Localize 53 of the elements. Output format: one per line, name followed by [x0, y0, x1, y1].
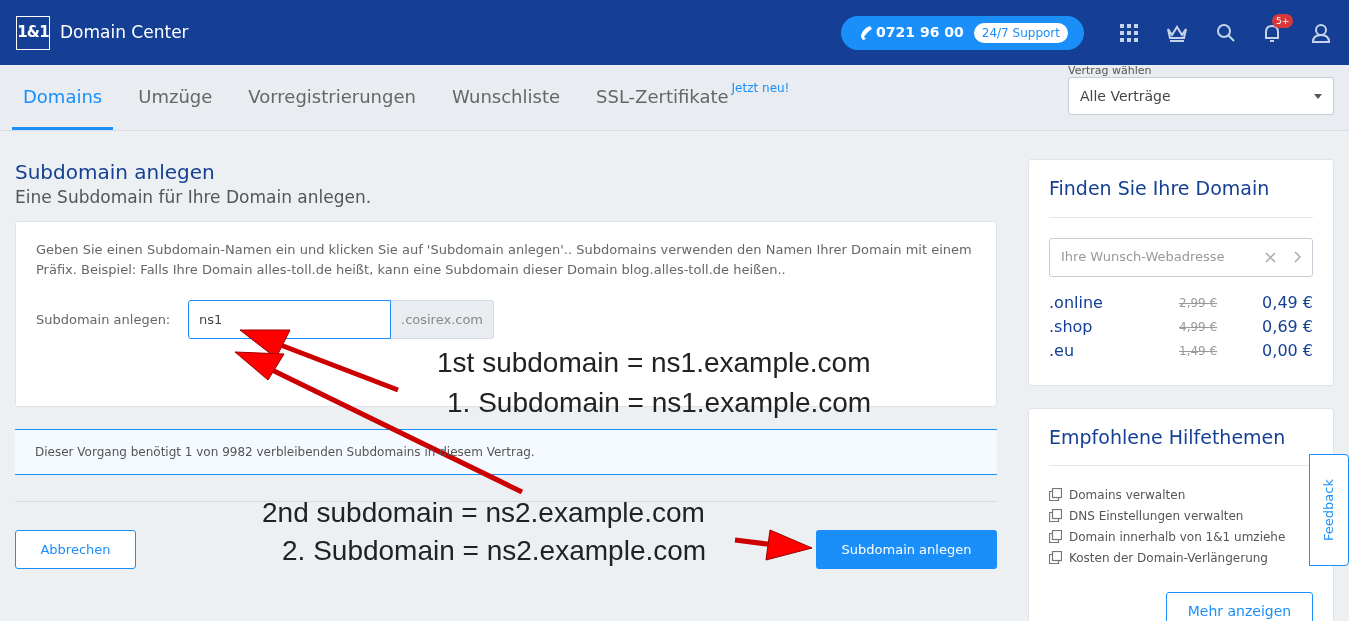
copy-icon: [1049, 488, 1062, 501]
support-badge: 24/7 Support: [973, 22, 1068, 43]
submit-button[interactable]: Subdomain anlegen: [816, 530, 997, 569]
domain-extension: .eu: [1049, 339, 1076, 362]
new-price: 0,69 €: [1261, 315, 1313, 338]
apps-grid-icon[interactable]: [1120, 23, 1138, 42]
subdomain-input-field[interactable]: ns1: [188, 300, 391, 339]
field-label: Vertrag wählen: [1068, 65, 1153, 77]
bell-icon[interactable]: [1263, 22, 1281, 43]
new-price: 0,00 €: [1261, 339, 1313, 362]
domain-extension: .shop: [1049, 315, 1094, 338]
domain-extension: .online: [1049, 291, 1104, 314]
page-title: Subdomain anlegen: [15, 159, 216, 185]
form-description: Geben Sie einen Subdomain-Namen ein und klicken Sie auf 'Subdomain anlegen'.. Subdomains verwenden den Namen Ihrer Domain mit einem Präfix. Beispiel: Falls Ihre Domain alles-toll.de heißt, kann eine Subdomain dieser Domain blog.alles-toll.de heißen..: [36, 241, 973, 279]
annotation-text: 2nd subdomain = ns2.example.com: [262, 496, 705, 530]
search-icon[interactable]: [1216, 23, 1235, 42]
nav-tab[interactable]: Wunschliste: [440, 65, 572, 130]
help-topic-link[interactable]: DNS Einstellungen verwalten: [1069, 506, 1244, 525]
old-price: 1,49 €: [1179, 342, 1219, 360]
domain-search-field[interactable]: Ihre Wunsch-Webadresse: [1049, 237, 1313, 277]
caret-icon: [1314, 93, 1322, 99]
annotation-text: 1st subdomain = ns1.example.com: [437, 346, 871, 380]
app-title: Domain Center: [60, 20, 189, 44]
notification-count-badge: 5+: [1272, 13, 1294, 28]
nav-tab[interactable]: Vorregistrierungen: [237, 65, 427, 130]
support-hotline-button[interactable]: 0721 96 00 24/7 Support: [841, 15, 1084, 50]
new-price: 0,49 €: [1261, 291, 1313, 314]
copy-icon: [1049, 509, 1062, 522]
annotation-text: 2. Subdomain = ns2.example.com: [282, 534, 707, 568]
user-icon[interactable]: [1311, 22, 1331, 43]
logo[interactable]: 1&1: [16, 15, 50, 50]
card-title: Finden Sie Ihre Domain: [1049, 174, 1313, 218]
cancel-button[interactable]: Abbrechen: [15, 530, 136, 569]
nav-tab[interactable]: Umzüge: [127, 65, 224, 130]
copy-icon: [1049, 530, 1062, 543]
annotation-text: 1. Subdomain = ns1.example.com: [447, 386, 872, 420]
feedback-tab[interactable]: Feedback: [1309, 454, 1349, 566]
nav-tab[interactable]: Domains: [12, 65, 114, 130]
domain-search-input-field[interactable]: Ihre Wunsch-Webadresse: [1061, 247, 1265, 267]
phone-icon: [859, 24, 874, 41]
show-more-button[interactable]: Mehr anzeigen: [1166, 592, 1313, 621]
old-price: 4,99 €: [1179, 318, 1219, 336]
copy-icon: [1049, 551, 1062, 564]
field-label: Subdomain anlegen:: [36, 310, 172, 329]
contract-select[interactable]: Alle Verträge: [1068, 77, 1334, 115]
crown-icon[interactable]: [1166, 23, 1188, 42]
help-topic-link[interactable]: Domains verwalten: [1069, 485, 1186, 504]
new-label: Jetzt neu!: [731, 81, 790, 95]
domain-suffix-addon: .cosirex.com: [391, 300, 495, 339]
page-subtitle: Eine Subdomain für Ihre Domain anlegen.: [15, 186, 373, 209]
help-topic-link[interactable]: Kosten der Domain-Verlängerung: [1069, 548, 1268, 567]
help-topic-link[interactable]: Domain innerhalb von 1&1 umziehe: [1069, 527, 1286, 546]
old-price: 2,99 €: [1179, 294, 1219, 312]
